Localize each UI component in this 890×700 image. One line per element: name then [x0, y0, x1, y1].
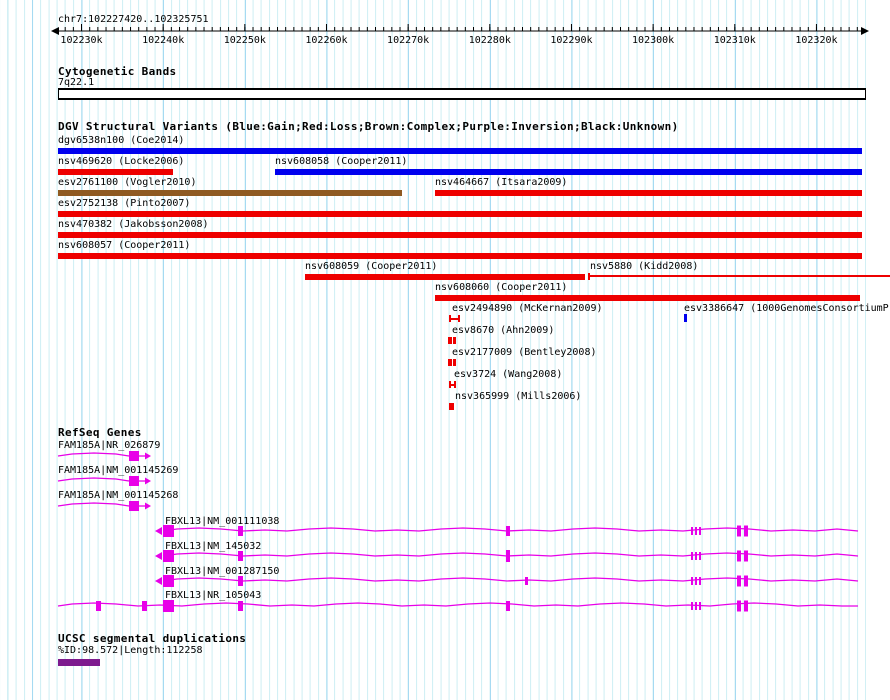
- gene-model[interactable]: [155, 550, 859, 562]
- gene-model[interactable]: [57, 501, 151, 511]
- gene-models-layer: [57, 451, 859, 612]
- gene-model[interactable]: [57, 600, 858, 612]
- gene-model[interactable]: [57, 476, 151, 486]
- gene-arrow-right-icon: [145, 452, 151, 460]
- gene-arrow-left-icon: [155, 552, 162, 560]
- gene-model[interactable]: [155, 525, 859, 537]
- segdup-header: UCSC segmental duplications: [58, 632, 247, 645]
- gene-model[interactable]: [155, 575, 859, 587]
- genome-browser-panel: chr7:102227420..102325751 102230k 102240k…: [0, 0, 890, 700]
- segdup-label[interactable]: %ID:98.572|Length:112258: [58, 645, 203, 656]
- gene-arrow-left-icon: [155, 527, 162, 535]
- segdup-bar[interactable]: [58, 659, 100, 666]
- gene-arrow-left-icon: [155, 577, 162, 585]
- gene-model[interactable]: [57, 451, 151, 461]
- gene-arrow-right-icon: [145, 502, 151, 510]
- gene-arrow-right-icon: [145, 477, 151, 485]
